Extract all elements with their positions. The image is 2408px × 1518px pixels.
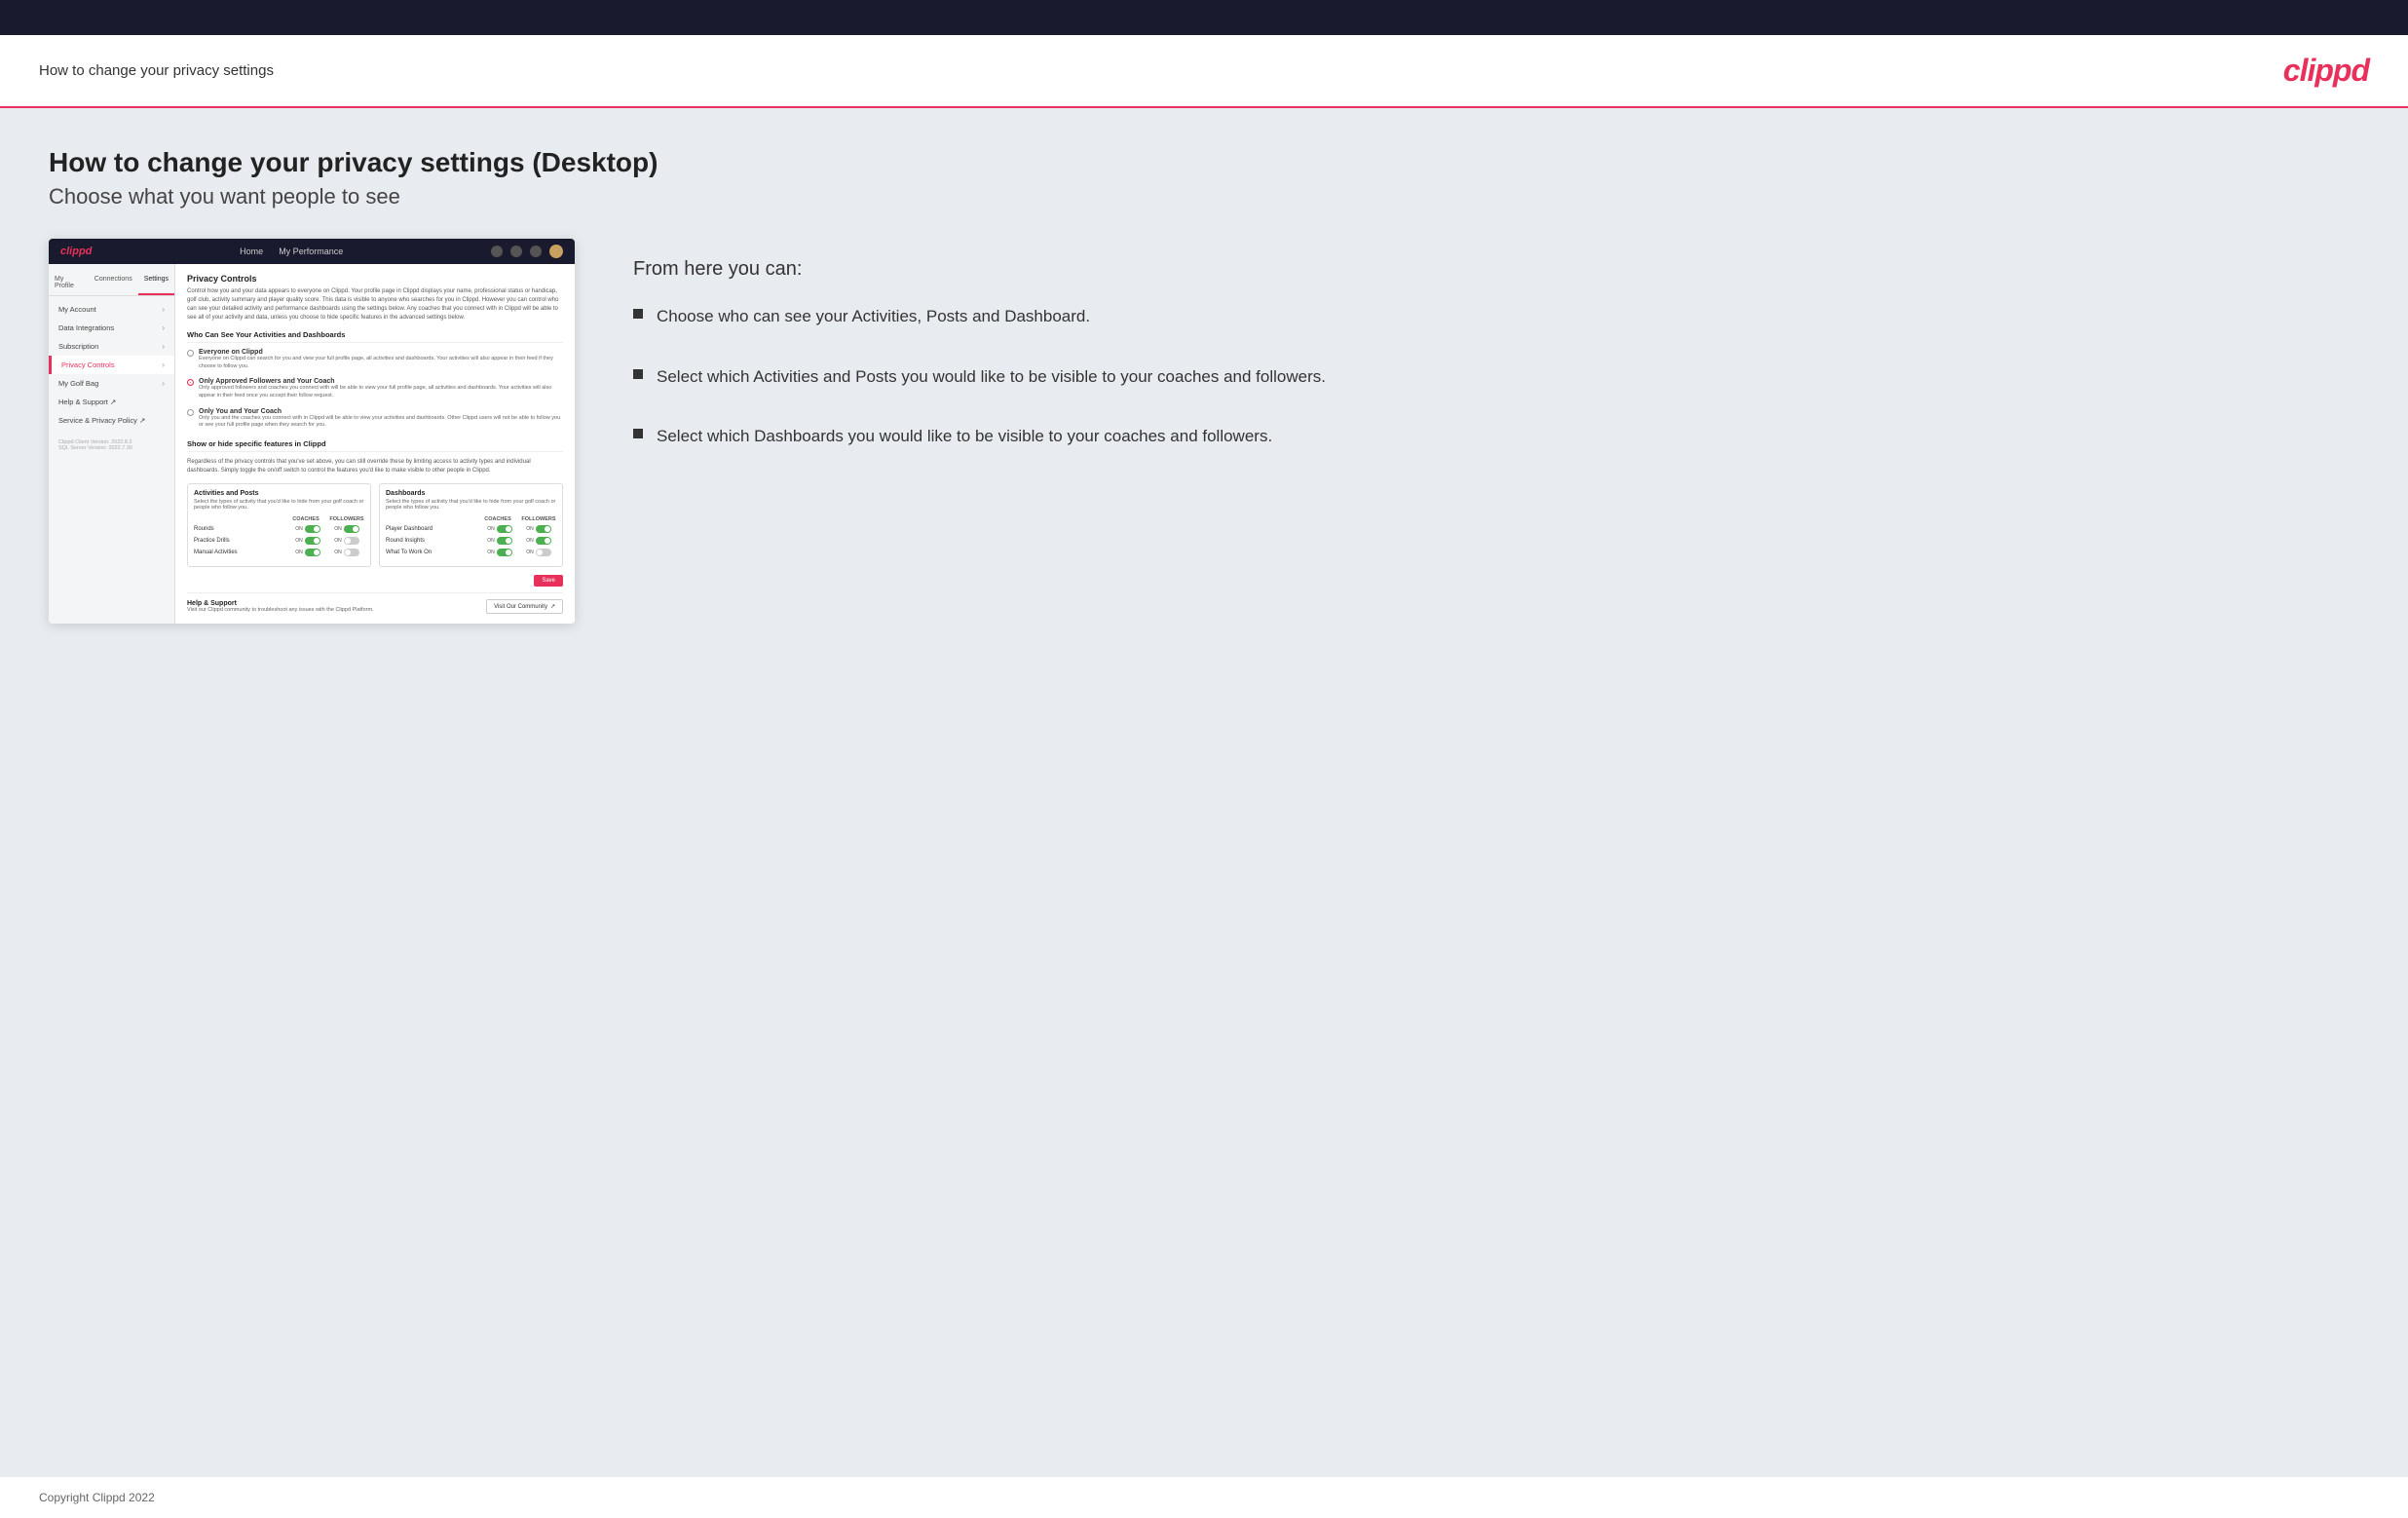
bullet-item-1: Choose who can see your Activities, Post… — [633, 304, 2359, 329]
toggle-row-what-to-work: What To Work On ON ON — [386, 549, 556, 556]
toggle-row-round-insights: Round Insights ON ON — [386, 537, 556, 545]
from-here-heading: From here you can: — [633, 258, 2359, 281]
sidebar-item-privacy-controls[interactable]: Privacy Controls › — [49, 356, 174, 374]
save-row: Save — [187, 575, 563, 587]
work-on-coaches-toggle[interactable] — [497, 549, 512, 556]
search-icon — [491, 246, 503, 257]
sidebar-item-account[interactable]: My Account › — [49, 300, 174, 319]
features-grid: Activities and Posts Select the types of… — [187, 483, 563, 567]
privacy-controls-title: Privacy Controls — [187, 274, 563, 284]
rounds-coaches-toggle[interactable] — [305, 525, 320, 533]
manual-coaches-toggle[interactable] — [305, 549, 320, 556]
radio-button[interactable] — [187, 350, 194, 357]
radio-approved-followers[interactable]: Only Approved Followers and Your Coach O… — [187, 378, 563, 399]
chevron-right-icon: › — [162, 342, 165, 351]
sidebar-item-data-integrations[interactable]: Data Integrations › — [49, 319, 174, 337]
chevron-right-icon: › — [162, 305, 165, 314]
main-content: How to change your privacy settings (Des… — [0, 108, 2408, 1477]
manual-followers-toggle[interactable] — [344, 549, 359, 556]
app-nav-performance: My Performance — [279, 247, 343, 256]
dashboards-title: Dashboards — [386, 490, 556, 497]
avatar-icon — [549, 245, 563, 258]
activities-panel: Activities and Posts Select the types of… — [187, 483, 371, 567]
external-link-icon: ↗ — [550, 603, 555, 610]
help-desc: Visit our Clippd community to troublesho… — [187, 607, 374, 613]
player-dash-followers-toggle[interactable] — [536, 525, 551, 533]
content-row: clippd Home My Performance My Profil — [49, 239, 2359, 624]
app-nav-bar: clippd Home My Performance — [49, 239, 575, 264]
app-logo: clippd — [60, 246, 92, 257]
header: How to change your privacy settings clip… — [0, 35, 2408, 108]
sidebar-tabs: My Profile Connections Settings — [49, 272, 174, 296]
sidebar-item-subscription[interactable]: Subscription › — [49, 337, 174, 356]
app-nav-home: Home — [240, 247, 263, 256]
show-hide-desc: Regardless of the privacy controls that … — [187, 458, 563, 475]
bullet-item-2: Select which Activities and Posts you wo… — [633, 364, 2359, 390]
radio-button[interactable] — [187, 409, 194, 416]
right-panel: From here you can: Choose who can see yo… — [633, 239, 2359, 484]
bullet-item-3: Select which Dashboards you would like t… — [633, 424, 2359, 449]
bullet-square — [633, 369, 643, 379]
sidebar-item-golf-bag[interactable]: My Golf Bag › — [49, 374, 174, 393]
clippd-logo: clippd — [2283, 53, 2369, 89]
sidebar-tab-profile: My Profile — [49, 272, 89, 295]
activities-title: Activities and Posts — [194, 490, 364, 497]
app-sidebar: My Profile Connections Settings My Accou… — [49, 264, 175, 624]
bullet-text-3: Select which Dashboards you would like t… — [657, 424, 1272, 449]
bullet-list: Choose who can see your Activities, Post… — [633, 304, 2359, 449]
app-nav-icons — [491, 245, 563, 258]
app-main-panel: Privacy Controls Control how you and you… — [175, 264, 575, 624]
header-title: How to change your privacy settings — [39, 62, 274, 79]
footer: Copyright Clippd 2022 — [0, 1477, 2408, 1518]
bullet-text-1: Choose who can see your Activities, Post… — [657, 304, 1090, 329]
grid-icon — [510, 246, 522, 257]
help-title: Help & Support — [187, 600, 374, 607]
player-dash-coaches-toggle[interactable] — [497, 525, 512, 533]
work-on-followers-toggle[interactable] — [536, 549, 551, 556]
page-heading: How to change your privacy settings (Des… — [49, 147, 2359, 178]
rounds-followers-toggle[interactable] — [344, 525, 359, 533]
sidebar-tab-connections: Connections — [89, 272, 138, 295]
dashboards-panel: Dashboards Select the types of activity … — [379, 483, 563, 567]
toggle-row-player-dashboard: Player Dashboard ON ON — [386, 525, 556, 533]
round-insights-followers-toggle[interactable] — [536, 537, 551, 545]
chevron-right-icon: › — [162, 379, 165, 388]
top-nav-bar — [0, 0, 2408, 35]
sidebar-tab-settings: Settings — [138, 272, 174, 295]
help-section: Help & Support Visit our Clippd communit… — [187, 592, 563, 614]
activities-desc: Select the types of activity that you'd … — [194, 499, 364, 511]
round-insights-coaches-toggle[interactable] — [497, 537, 512, 545]
radio-button-selected[interactable] — [187, 379, 194, 386]
practice-followers-toggle[interactable] — [344, 537, 359, 545]
radio-only-you[interactable]: Only You and Your Coach Only you and the… — [187, 408, 563, 430]
show-hide-section: Show or hide specific features in Clippd… — [187, 439, 563, 587]
bullet-text-2: Select which Activities and Posts you wo… — [657, 364, 1326, 390]
toggle-row-rounds: Rounds ON ON — [194, 525, 364, 533]
dashboards-desc: Select the types of activity that you'd … — [386, 499, 556, 511]
who-can-see-heading: Who Can See Your Activities and Dashboar… — [187, 330, 563, 343]
privacy-controls-desc: Control how you and your data appears to… — [187, 287, 563, 323]
sidebar-version: Clippd Client Version: 2022.8.2SQL Serve… — [49, 430, 174, 455]
toggle-row-practice: Practice Drills ON ON — [194, 537, 364, 545]
chevron-right-icon: › — [162, 323, 165, 332]
bullet-square — [633, 429, 643, 438]
page-subheading: Choose what you want people to see — [49, 184, 2359, 209]
copyright-text: Copyright Clippd 2022 — [39, 1491, 155, 1504]
visit-community-button[interactable]: Visit Our Community ↗ — [486, 599, 563, 614]
settings-icon — [530, 246, 542, 257]
sidebar-item-help-support[interactable]: Help & Support ↗ — [49, 393, 174, 411]
show-hide-heading: Show or hide specific features in Clippd — [187, 439, 563, 452]
save-button[interactable]: Save — [534, 575, 563, 587]
app-body: My Profile Connections Settings My Accou… — [49, 264, 575, 624]
sidebar-item-service-privacy[interactable]: Service & Privacy Policy ↗ — [49, 411, 174, 430]
screenshot-mockup: clippd Home My Performance My Profil — [49, 239, 575, 624]
app-nav-links: Home My Performance — [240, 247, 343, 256]
radio-everyone[interactable]: Everyone on Clippd Everyone on Clippd ca… — [187, 349, 563, 370]
chevron-right-icon: › — [162, 361, 165, 369]
toggle-row-manual: Manual Activities ON ON — [194, 549, 364, 556]
practice-coaches-toggle[interactable] — [305, 537, 320, 545]
bullet-square — [633, 309, 643, 319]
